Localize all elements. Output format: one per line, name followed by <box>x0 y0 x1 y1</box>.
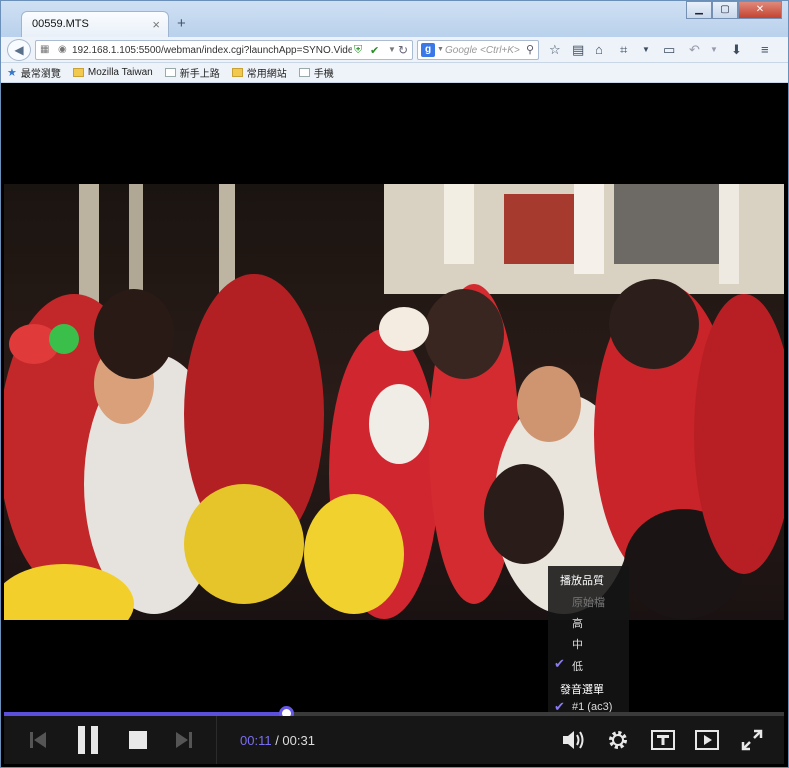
search-icon[interactable]: ⚲ <box>526 43 534 56</box>
reload-icon[interactable]: ↻ <box>398 43 408 57</box>
undo-dropdown-icon[interactable]: ▼ <box>710 45 718 54</box>
menu-icon[interactable]: ≡ <box>761 42 769 57</box>
download-icon[interactable]: ⬇ <box>731 42 742 58</box>
bookmark-item[interactable]: ★ 最常瀏覽 <box>7 65 61 80</box>
divider <box>216 716 217 764</box>
pause-button[interactable] <box>74 726 102 754</box>
settings-button[interactable] <box>606 726 630 754</box>
video-player[interactable] <box>4 83 784 713</box>
subtitle-button[interactable] <box>650 726 676 754</box>
maximize-button[interactable]: ▢ <box>712 1 738 19</box>
skip-previous-icon <box>30 732 46 748</box>
player-controls: 00:11 / 00:31 <box>4 716 784 764</box>
google-icon[interactable]: g <box>421 43 435 57</box>
quality-option[interactable]: 中 <box>548 633 629 653</box>
back-button[interactable]: ◀ <box>7 39 31 61</box>
play-to-device-button[interactable] <box>694 726 720 754</box>
search-bar[interactable]: g ▼ Google <Ctrl+K> ⚲ <box>417 40 539 60</box>
time-separator: / <box>271 733 283 748</box>
chat-icon[interactable]: ▭ <box>663 42 675 58</box>
quality-option-label: 高 <box>572 618 583 630</box>
star-icon: ★ <box>7 67 17 79</box>
fullscreen-button[interactable] <box>740 726 764 754</box>
bookmark-item[interactable]: 常用網站 <box>231 65 287 80</box>
video-frame[interactable] <box>4 184 784 620</box>
tab-close-icon[interactable]: × <box>152 17 160 32</box>
volume-button[interactable] <box>560 726 586 754</box>
bookmark-label: 手機 <box>313 69 334 80</box>
title-bar: 00559.MTS × + ▁ ▢ ✕ <box>1 1 788 37</box>
bookmark-label: 新手上路 <box>179 69 220 80</box>
quality-option-label: 低 <box>572 661 583 673</box>
stop-button[interactable] <box>126 726 150 754</box>
bookmark-label: 常用網站 <box>246 69 287 80</box>
url-bar[interactable]: ▦ ◉ 192.168.1.105:5500/webman/index.cgi?… <box>35 40 413 60</box>
next-button[interactable] <box>172 726 196 754</box>
check-icon[interactable]: ✔ <box>370 44 379 57</box>
previous-button[interactable] <box>26 726 50 754</box>
bookmark-item[interactable]: 手機 <box>298 65 334 80</box>
volume-icon <box>563 731 584 749</box>
search-engine-dropdown-icon[interactable]: ▼ <box>437 46 444 53</box>
quality-option[interactable]: 高 <box>548 612 629 632</box>
total-time: 00:31 <box>282 733 315 748</box>
bookmarks-toolbar: ★ 最常瀏覽 Mozilla Taiwan 新手上路 常用網站 手機 <box>1 63 788 83</box>
skip-next-icon <box>176 732 192 748</box>
pause-icon <box>78 726 98 754</box>
window-controls: ▁ ▢ ✕ <box>686 1 782 19</box>
time-display: 00:11 / 00:31 <box>240 733 315 748</box>
quality-option-label: 原始檔 <box>572 597 605 609</box>
bookmark-star-icon[interactable]: ☆ <box>549 42 561 58</box>
search-input[interactable]: Google <Ctrl+K> <box>445 45 520 56</box>
bookmarks-list-icon[interactable]: ▤ <box>572 42 584 58</box>
folder-icon <box>231 68 243 77</box>
bookmark-item[interactable]: 新手上路 <box>164 65 220 80</box>
crop-icon[interactable]: ⌗ <box>620 42 627 58</box>
quality-menu-title: 播放品質 <box>560 575 604 587</box>
quality-option-selected[interactable]: ✔ 低 <box>548 655 629 675</box>
bookmark-label: Mozilla Taiwan <box>87 67 153 78</box>
shield-icon[interactable]: ⛨ <box>354 44 362 57</box>
globe-icon: ◉ <box>58 44 67 55</box>
quality-option: 原始檔 <box>548 591 629 611</box>
quality-option-label: 中 <box>572 639 583 651</box>
stop-icon <box>129 731 147 749</box>
current-time: 00:11 <box>240 733 272 748</box>
gear-icon <box>609 731 627 749</box>
screen-play-icon <box>695 730 719 750</box>
page-icon <box>164 68 176 77</box>
page-icon: ▦ <box>40 44 50 55</box>
url-dropdown-icon[interactable]: ▼ <box>388 45 396 54</box>
bookmark-item[interactable]: Mozilla Taiwan <box>72 67 153 78</box>
url-text[interactable]: 192.168.1.105:5500/webman/index.cgi?laun… <box>72 45 352 56</box>
new-tab-button[interactable]: + <box>177 15 186 32</box>
navigation-bar: ◀ ▦ ◉ 192.168.1.105:5500/webman/index.cg… <box>1 37 788 63</box>
crop-dropdown-icon[interactable]: ▼ <box>642 45 650 54</box>
quality-menu: 播放品質 原始檔 高 中 ✔ 低 發音選單 ✔ #1 (ac3) <box>548 566 629 718</box>
audio-menu-title: 發音選單 <box>560 684 604 696</box>
tab-title: 00559.MTS <box>32 18 89 30</box>
fullscreen-icon <box>741 729 763 751</box>
home-icon[interactable]: ⌂ <box>595 42 603 57</box>
close-window-button[interactable]: ✕ <box>738 1 782 19</box>
page-icon <box>298 68 310 77</box>
subtitle-icon <box>651 730 675 750</box>
minimize-button[interactable]: ▁ <box>686 1 712 19</box>
video-still <box>4 184 784 620</box>
undo-icon[interactable]: ↶ <box>689 42 700 58</box>
bookmark-label: 最常瀏覽 <box>20 69 61 80</box>
check-icon: ✔ <box>554 656 565 671</box>
folder-icon <box>72 68 84 77</box>
browser-tab[interactable]: 00559.MTS × <box>21 11 169 37</box>
